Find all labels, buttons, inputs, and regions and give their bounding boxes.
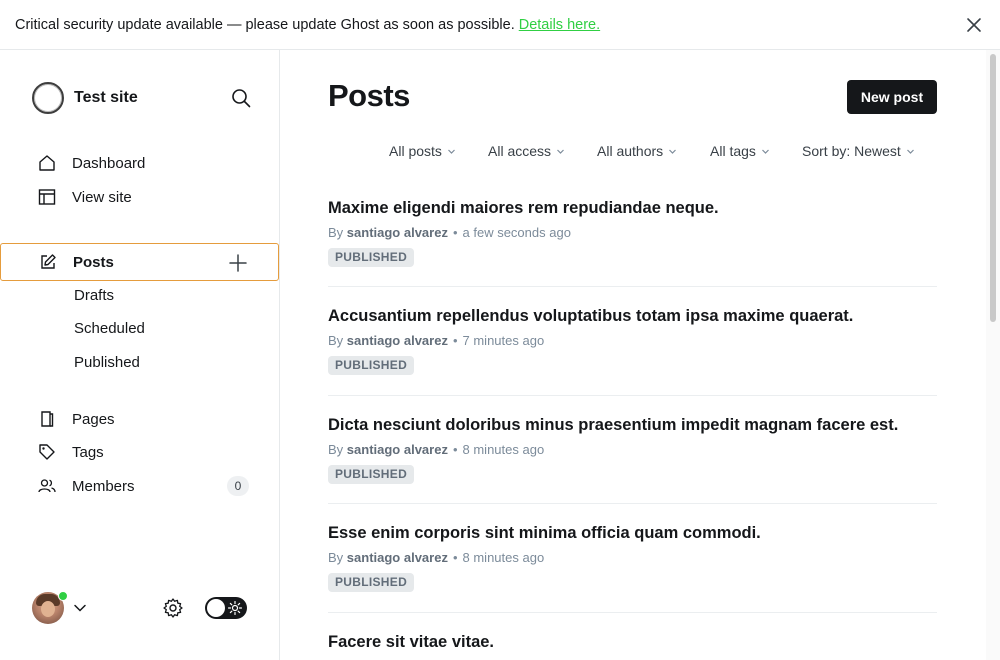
post-time: 8 minutes ago [462,550,545,565]
post-author: santiago alvarez [346,333,448,348]
chevron-down-icon [557,149,564,154]
divider [328,395,937,396]
divider [328,286,937,287]
post-meta: By santiago alvarez • 8 minutes ago [328,442,545,457]
sun-icon [227,600,243,616]
gear-icon[interactable] [162,597,184,619]
sidebar: Test site Dashboard View site Posts Draf… [0,50,280,660]
filter-authors-label: All authors [597,143,664,159]
post-by: By [328,550,344,565]
pages-icon [38,410,56,428]
nav-view-site[interactable]: View site [0,180,279,214]
online-status-dot [58,591,68,601]
nav-tags[interactable]: Tags [0,435,279,469]
nav-dashboard-label: Dashboard [72,154,146,172]
filter-access[interactable]: All access [488,143,565,159]
post-author: santiago alvarez [346,550,448,565]
status-badge: PUBLISHED [328,465,415,484]
site-title[interactable]: Test site [74,89,138,107]
site-logo[interactable] [32,82,64,114]
scrollbar-thumb[interactable] [990,54,996,322]
nav-pages[interactable]: Pages [0,402,279,436]
post-meta: By santiago alvarez • 7 minutes ago [328,333,545,348]
post-time: 7 minutes ago [462,333,545,348]
nav-published[interactable]: Published [74,352,140,374]
members-icon [38,477,56,495]
chevron-down-icon[interactable] [73,601,87,615]
nav-members[interactable]: Members 0 [0,469,279,503]
nav-posts[interactable]: Posts [0,243,279,281]
post-list-item[interactable]: Facere sit vitae vitae. [328,633,937,652]
post-title[interactable]: Dicta nesciunt doloribus minus praesenti… [328,416,937,435]
post-list-item[interactable]: Accusantium repellendus voluptatibus tot… [328,307,937,375]
nav-tags-label: Tags [72,443,104,461]
filter-access-label: All access [488,143,552,159]
nav-view-site-label: View site [72,188,132,206]
chevron-down-icon [906,149,914,154]
nav-members-label: Members [72,477,135,495]
edit-icon [39,253,57,271]
site-header: Test site [32,82,252,114]
post-meta: By santiago alvarez • a few seconds ago [328,225,571,240]
nav-posts-label: Posts [73,253,114,271]
status-badge: PUBLISHED [328,248,415,267]
banner-message: Critical security update available — ple… [15,16,515,33]
scrollbar[interactable] [986,50,1000,660]
post-author: santiago alvarez [346,225,448,240]
post-time: 8 minutes ago [462,442,545,457]
tag-icon [38,443,56,461]
post-by: By [328,225,344,240]
add-post-icon[interactable] [228,253,248,273]
post-author: santiago alvarez [346,442,448,457]
new-post-button[interactable]: New post [847,80,937,114]
theme-toggle[interactable] [205,597,247,619]
chevron-down-icon [669,149,677,154]
nav-pages-label: Pages [72,410,115,428]
post-list-item[interactable]: Dicta nesciunt doloribus minus praesenti… [328,416,937,484]
sidebar-footer [32,591,250,625]
nav-dashboard[interactable]: Dashboard [0,146,279,180]
security-banner: Critical security update available — ple… [0,0,1000,50]
filter-tags[interactable]: All tags [710,143,770,159]
nav-scheduled[interactable]: Scheduled [74,318,145,340]
page-title: Posts [328,78,410,113]
post-title[interactable]: Facere sit vitae vitae. [328,633,937,652]
view-site-icon [38,188,56,206]
filter-tags-label: All tags [710,143,756,159]
post-time: a few seconds ago [462,225,571,240]
post-by: By [328,333,344,348]
status-badge: PUBLISHED [328,573,415,592]
chevron-down-icon [447,149,455,154]
post-meta: By santiago alvarez • 8 minutes ago [328,550,545,565]
post-by: By [328,442,344,457]
nav-drafts[interactable]: Drafts [74,285,114,307]
close-icon[interactable] [965,16,983,34]
members-count-badge: 0 [227,476,249,496]
filter-type-label: All posts [389,143,442,159]
post-list-item[interactable]: Esse enim corporis sint minima officia q… [328,524,937,592]
home-icon [38,154,56,172]
banner-details-link[interactable]: Details here. [519,17,600,33]
chevron-down-icon [761,149,769,154]
search-icon[interactable] [230,87,252,109]
sort-order-label: Sort by: Newest [802,143,901,159]
post-title[interactable]: Accusantium repellendus voluptatibus tot… [328,307,937,326]
sort-order[interactable]: Sort by: Newest [802,143,915,159]
divider [328,612,937,613]
divider [328,503,937,504]
post-title[interactable]: Maxime eligendi maiores rem repudiandae … [328,199,937,218]
post-title[interactable]: Esse enim corporis sint minima officia q… [328,524,937,543]
filter-type[interactable]: All posts [389,143,456,159]
toggle-knob [207,599,225,617]
filter-authors[interactable]: All authors [597,143,677,159]
status-badge: PUBLISHED [328,356,415,375]
post-list-item[interactable]: Maxime eligendi maiores rem repudiandae … [328,199,937,267]
